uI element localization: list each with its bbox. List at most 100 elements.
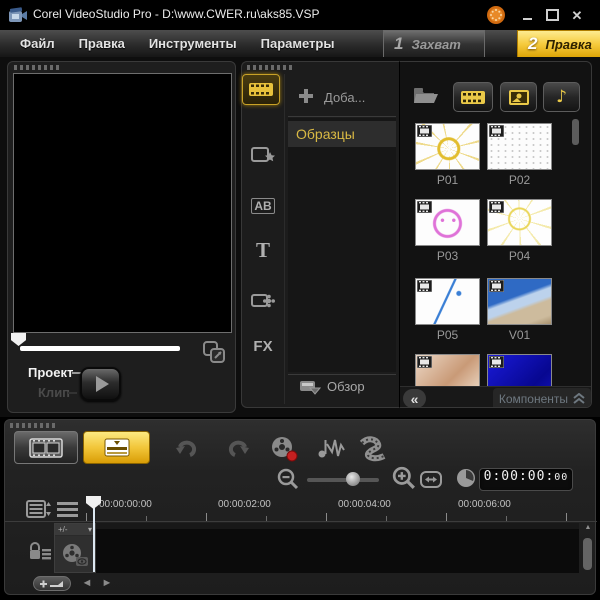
timeline-scrollbar-thumb[interactable] bbox=[583, 538, 592, 570]
collapse-panel-button[interactable]: « bbox=[403, 389, 426, 407]
film-badge-icon bbox=[489, 125, 504, 137]
timeline-ruler[interactable]: 00:00:00:00 00:00:02:00 00:00:04:00 00:0… bbox=[83, 497, 580, 522]
menu-file[interactable]: Файл bbox=[20, 36, 55, 51]
film-badge-icon bbox=[489, 356, 504, 368]
project-mode-toggle[interactable]: Проект bbox=[28, 365, 73, 380]
timeline-zoom-slider-thumb[interactable] bbox=[346, 472, 360, 486]
enlarge-preview-icon[interactable] bbox=[202, 340, 226, 364]
video-track-content[interactable] bbox=[96, 523, 579, 573]
scroll-right-button[interactable]: ► bbox=[99, 575, 115, 591]
rail-media-button[interactable] bbox=[242, 74, 280, 105]
rail-graphic-button[interactable] bbox=[242, 292, 284, 310]
storyboard-view-button[interactable] bbox=[14, 431, 78, 464]
browse-icon bbox=[300, 381, 321, 395]
play-icon bbox=[95, 376, 109, 392]
scroll-up-button[interactable]: ▲ bbox=[582, 524, 594, 534]
chapter-point-button[interactable] bbox=[55, 499, 79, 518]
filter-audio-button[interactable]: ♪ bbox=[543, 82, 580, 112]
music-note-icon: ♪ bbox=[556, 87, 567, 107]
tab-edit[interactable]: 2 Правка bbox=[517, 30, 600, 57]
graphic-icon bbox=[251, 294, 275, 308]
gallery-item[interactable]: P01 bbox=[415, 123, 480, 187]
thumbnail[interactable] bbox=[415, 278, 480, 325]
seek-slider-track[interactable] bbox=[20, 346, 180, 351]
swap-track-button[interactable] bbox=[33, 576, 71, 591]
film-badge-icon bbox=[489, 280, 504, 292]
components-toggle[interactable]: Компоненты bbox=[492, 388, 591, 407]
seek-slider-thumb[interactable] bbox=[11, 333, 26, 346]
video-track-header[interactable]: +/- ▾ bbox=[54, 523, 96, 573]
close-button[interactable]: ✕ bbox=[568, 7, 586, 23]
window-title: Corel VideoStudio Pro - D:\www.CWER.ru\a… bbox=[33, 7, 320, 21]
rail-text-button[interactable]: T bbox=[242, 238, 284, 263]
clip-mode-toggle[interactable]: Клип bbox=[38, 385, 70, 400]
gallery-item[interactable]: P02 bbox=[487, 123, 552, 187]
redo-button[interactable] bbox=[226, 437, 252, 461]
zoom-out-button[interactable] bbox=[276, 467, 299, 490]
tab-capture[interactable]: 1 Захват bbox=[383, 30, 485, 57]
film-badge-icon bbox=[489, 201, 504, 213]
zoom-in-button[interactable] bbox=[391, 465, 416, 490]
track-manager-button[interactable] bbox=[25, 499, 51, 518]
thumbnail[interactable] bbox=[415, 123, 480, 170]
add-track-icon bbox=[40, 580, 63, 587]
menu-options[interactable]: Параметры bbox=[261, 36, 335, 51]
folder-icon[interactable] bbox=[412, 85, 440, 106]
rail-title-button[interactable]: AB bbox=[242, 198, 284, 214]
timeline-view-icon bbox=[104, 438, 129, 457]
menu-tools[interactable]: Инструменты bbox=[149, 36, 237, 51]
ruler-label: 00:00:06:00 bbox=[458, 499, 511, 510]
add-media-button[interactable]: Доба... bbox=[324, 90, 365, 105]
zoom-out-icon bbox=[277, 468, 298, 489]
library-panel: AB T FX Доба... Образцы Обзор bbox=[241, 61, 399, 408]
rail-transition-button[interactable] bbox=[242, 146, 284, 164]
gallery-item[interactable]: P03 bbox=[415, 199, 480, 263]
thumbnail[interactable] bbox=[487, 123, 552, 170]
track-add-remove-icon[interactable]: +/- bbox=[58, 525, 68, 534]
fit-project-button[interactable] bbox=[419, 470, 442, 488]
title-bar: Corel VideoStudio Pro - D:\www.CWER.ru\a… bbox=[0, 0, 600, 30]
thumbnail[interactable] bbox=[487, 278, 552, 325]
track-caret-icon[interactable]: ▾ bbox=[88, 525, 92, 534]
thumbnail[interactable] bbox=[415, 199, 480, 246]
ripple-edit-button[interactable] bbox=[357, 435, 389, 463]
panel-grip[interactable] bbox=[14, 65, 62, 70]
timeline-zoom-slider-track[interactable] bbox=[307, 478, 379, 482]
undo-button[interactable] bbox=[173, 437, 199, 461]
play-button[interactable] bbox=[80, 367, 121, 401]
fit-window-icon bbox=[419, 470, 442, 488]
track-tools[interactable]: +/- ▾ bbox=[55, 524, 95, 536]
thumbnail-label: P02 bbox=[508, 173, 531, 187]
gallery-item[interactable]: P04 bbox=[487, 199, 552, 263]
zoom-in-icon bbox=[392, 466, 415, 489]
menu-edit[interactable]: Правка bbox=[79, 36, 125, 51]
thumbnail[interactable] bbox=[487, 199, 552, 246]
scroll-left-button[interactable]: ◄ bbox=[79, 575, 95, 591]
thumbnail-label: P01 bbox=[436, 173, 459, 187]
project-duration-button[interactable] bbox=[455, 467, 476, 488]
panel-grip[interactable] bbox=[247, 65, 295, 70]
list-icon bbox=[56, 501, 78, 517]
browse-button[interactable]: Обзор bbox=[327, 379, 365, 394]
category-samples[interactable]: Образцы bbox=[288, 121, 396, 147]
filter-image-button[interactable] bbox=[500, 82, 537, 112]
minimize-button[interactable] bbox=[518, 7, 536, 23]
record-capture-button[interactable] bbox=[268, 434, 300, 464]
ruler-tick bbox=[206, 513, 207, 521]
filter-video-button[interactable] bbox=[453, 82, 493, 112]
thumbnail-label: P05 bbox=[436, 328, 459, 342]
maximize-button[interactable] bbox=[543, 7, 561, 23]
gallery-item[interactable]: V01 bbox=[487, 278, 552, 342]
thumbnail-label: P03 bbox=[436, 249, 459, 263]
lock-tracks-button[interactable] bbox=[27, 541, 51, 561]
rail-filter-button[interactable]: FX bbox=[242, 338, 284, 355]
gallery-item[interactable]: P05 bbox=[415, 278, 480, 342]
sound-mixer-button[interactable] bbox=[314, 435, 348, 463]
panel-grip[interactable] bbox=[10, 423, 58, 428]
playhead-line bbox=[93, 508, 95, 572]
preview-screen bbox=[13, 73, 232, 333]
gallery-scrollbar-thumb[interactable] bbox=[572, 119, 579, 145]
timeline-view-button[interactable] bbox=[83, 431, 150, 464]
audio-waveform-icon bbox=[318, 439, 345, 458]
tab-capture-label: Захват bbox=[411, 36, 461, 52]
